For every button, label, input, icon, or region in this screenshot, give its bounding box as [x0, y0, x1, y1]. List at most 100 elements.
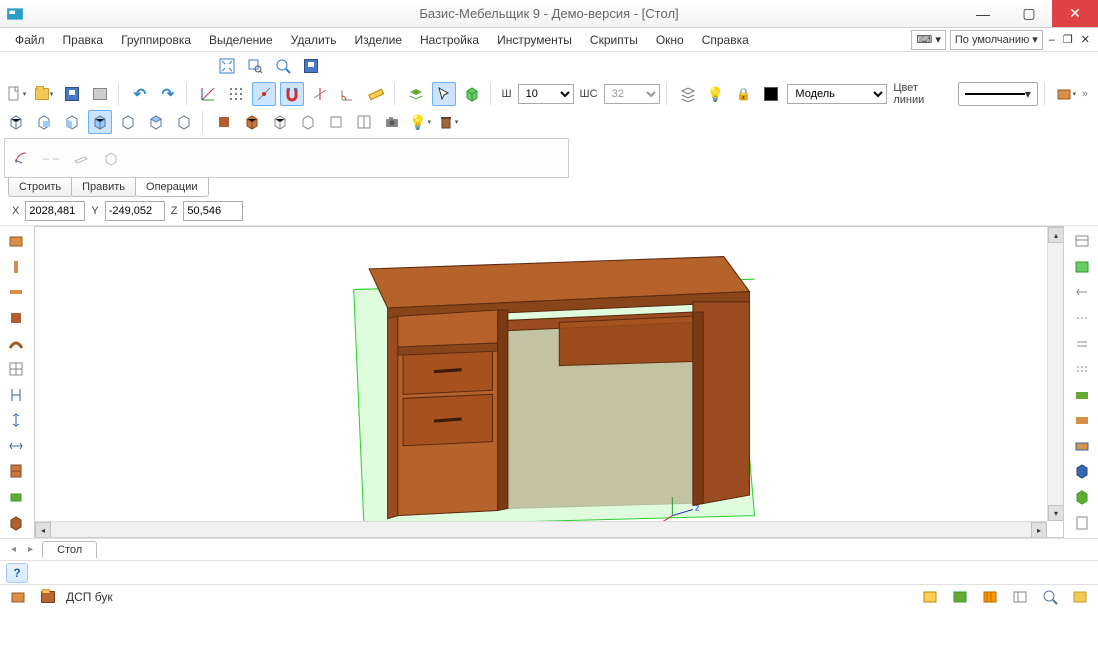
- bulb-button[interactable]: 💡: [704, 82, 728, 106]
- ruler-button[interactable]: [364, 82, 388, 106]
- open-button[interactable]: [32, 82, 56, 106]
- view-back-button[interactable]: [32, 110, 56, 134]
- rt-analyze-button[interactable]: [1070, 256, 1094, 279]
- rt-screw4-button[interactable]: [1070, 358, 1094, 381]
- viewport-3d[interactable]: z x ▴ ▾ ◂ ▸: [34, 226, 1064, 538]
- lt-curve-button[interactable]: [4, 332, 28, 355]
- sb-btn-2[interactable]: [948, 585, 972, 609]
- box-wire1-button[interactable]: [268, 110, 292, 134]
- lt-dim-button[interactable]: [4, 435, 28, 458]
- key-indicator[interactable]: ⌨ ▾: [911, 30, 945, 50]
- cube-button[interactable]: [460, 82, 484, 106]
- zoom-button[interactable]: [271, 54, 295, 78]
- menu-product[interactable]: Изделие: [345, 30, 411, 50]
- lock-button[interactable]: 🔒: [731, 82, 755, 106]
- redo-button[interactable]: ↷: [156, 82, 180, 106]
- snap-midpoint-button[interactable]: [252, 82, 276, 106]
- magnet-button[interactable]: [280, 82, 304, 106]
- lt-shelf-button[interactable]: [4, 281, 28, 304]
- close-button[interactable]: ✕: [1052, 0, 1098, 27]
- lt-measure-button[interactable]: [4, 383, 28, 406]
- view-right-button[interactable]: [116, 110, 140, 134]
- menu-help[interactable]: Справка: [693, 30, 758, 50]
- lt-panel-button[interactable]: [4, 230, 28, 253]
- menu-delete[interactable]: Удалить: [282, 30, 346, 50]
- plane-tool-button[interactable]: [69, 146, 93, 170]
- rt-cube-button[interactable]: [1070, 460, 1094, 483]
- menu-window[interactable]: Окно: [647, 30, 693, 50]
- view-iso-button[interactable]: [88, 110, 112, 134]
- scroll-left-button[interactable]: ◂: [35, 522, 51, 538]
- view-left-button[interactable]: [60, 110, 84, 134]
- rt-screw1-button[interactable]: [1070, 281, 1094, 304]
- sb-btn-5[interactable]: [1038, 585, 1062, 609]
- material-folder-icon[interactable]: [36, 585, 60, 609]
- rt-list-button[interactable]: [1070, 230, 1094, 253]
- rt-screw2-button[interactable]: [1070, 307, 1094, 330]
- rt-cube2-button[interactable]: [1070, 486, 1094, 509]
- sb-btn-1[interactable]: [918, 585, 942, 609]
- rt-mat1-button[interactable]: [1070, 383, 1094, 406]
- lt-box-button[interactable]: [4, 511, 28, 534]
- save-button[interactable]: [60, 82, 84, 106]
- material-button[interactable]: [1054, 82, 1078, 106]
- menu-edit[interactable]: Правка: [54, 30, 113, 50]
- ws-select[interactable]: 32: [604, 84, 660, 104]
- select-button[interactable]: [432, 82, 456, 106]
- menu-tools[interactable]: Инструменты: [488, 30, 581, 50]
- box-wire2-button[interactable]: [296, 110, 320, 134]
- print-button[interactable]: [88, 82, 112, 106]
- tab-operations[interactable]: Операции: [135, 178, 208, 197]
- mdi-restore[interactable]: ❐: [1061, 33, 1075, 46]
- box-tool-button[interactable]: [99, 146, 123, 170]
- layer-mgr-button[interactable]: [676, 82, 700, 106]
- tab-build[interactable]: Строить: [8, 178, 72, 197]
- line-tool-button[interactable]: – –: [39, 146, 63, 170]
- mdi-close[interactable]: ✕: [1079, 33, 1092, 46]
- rt-sheet-button[interactable]: [1070, 511, 1094, 534]
- undo-button[interactable]: ↶: [128, 82, 152, 106]
- width-select[interactable]: 10: [518, 84, 574, 104]
- lt-facade-button[interactable]: [4, 460, 28, 483]
- snap-edge-button[interactable]: [308, 82, 332, 106]
- color-swatch[interactable]: [759, 82, 783, 106]
- minimize-button[interactable]: —: [960, 0, 1006, 27]
- box-solid-button[interactable]: [212, 110, 236, 134]
- menu-selection[interactable]: Выделение: [200, 30, 282, 50]
- menu-file[interactable]: Файл: [6, 30, 54, 50]
- layers-button[interactable]: [404, 82, 428, 106]
- rt-mat3-button[interactable]: [1070, 435, 1094, 458]
- box-shaded-button[interactable]: [240, 110, 264, 134]
- light-button[interactable]: 💡: [408, 110, 432, 134]
- coord-x-input[interactable]: [25, 201, 85, 221]
- camera-button[interactable]: [380, 110, 404, 134]
- grid-button[interactable]: [224, 82, 248, 106]
- axis-button[interactable]: [196, 82, 220, 106]
- lt-edge-button[interactable]: [4, 256, 28, 279]
- sb-btn-6[interactable]: [1068, 585, 1092, 609]
- menu-scripts[interactable]: Скрипты: [581, 30, 647, 50]
- box-split-button[interactable]: [352, 110, 376, 134]
- coord-y-input[interactable]: [105, 201, 165, 221]
- scrollbar-vertical[interactable]: ▴ ▾: [1047, 227, 1063, 521]
- ortho-button[interactable]: [336, 82, 360, 106]
- lt-drawer-button[interactable]: [4, 486, 28, 509]
- sb-btn-3[interactable]: [978, 585, 1002, 609]
- arc-tool-button[interactable]: [9, 146, 33, 170]
- view-top-button[interactable]: [144, 110, 168, 134]
- scrollbar-horizontal[interactable]: ◂ ▸: [35, 521, 1047, 537]
- trash-button[interactable]: [436, 110, 460, 134]
- layer-combo[interactable]: Модель: [787, 84, 887, 104]
- viewmode-combo[interactable]: По умолчанию ▾: [950, 30, 1043, 50]
- menu-settings[interactable]: Настройка: [411, 30, 488, 50]
- scroll-up-button[interactable]: ▴: [1048, 227, 1064, 243]
- coord-z-input[interactable]: [183, 201, 243, 221]
- linestyle-combo[interactable]: ▾: [958, 82, 1038, 106]
- lt-height-button[interactable]: [4, 409, 28, 432]
- help-button[interactable]: ?: [6, 563, 28, 583]
- material-swatch-icon[interactable]: [6, 585, 30, 609]
- view-front-button[interactable]: [4, 110, 28, 134]
- box-wire3-button[interactable]: [324, 110, 348, 134]
- tab-scroll-right[interactable]: ▸: [25, 544, 36, 555]
- view-bottom-button[interactable]: [172, 110, 196, 134]
